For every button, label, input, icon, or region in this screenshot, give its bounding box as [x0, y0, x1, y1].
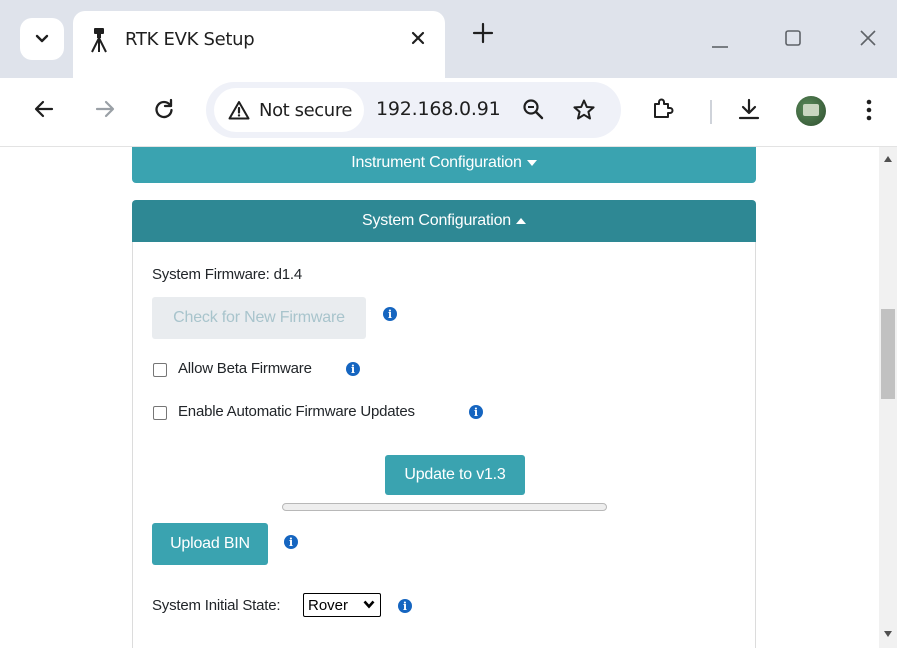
scroll-down-arrow-icon[interactable]: [884, 631, 892, 637]
url-text[interactable]: 192.168.0.91: [376, 98, 501, 120]
scroll-up-arrow-icon[interactable]: [884, 156, 892, 162]
extensions-puzzle-icon[interactable]: [651, 97, 675, 126]
info-icon[interactable]: i: [383, 307, 397, 321]
new-tab-icon[interactable]: [472, 22, 494, 49]
allow-beta-checkbox[interactable]: [153, 363, 167, 377]
forward-arrow-icon[interactable]: [95, 99, 115, 124]
zoom-icon[interactable]: [522, 98, 544, 125]
auto-update-checkbox[interactable]: [153, 406, 167, 420]
chevron-down-icon: [35, 34, 49, 43]
download-icon[interactable]: [737, 97, 761, 126]
tab-strip: RTK EVK Setup: [0, 0, 897, 78]
initial-state-value: Rover: [308, 596, 349, 614]
info-icon[interactable]: i: [398, 599, 412, 613]
firmware-progress-bar: [282, 503, 607, 511]
close-tab-icon[interactable]: [411, 31, 425, 50]
tab-search-button[interactable]: [20, 18, 64, 60]
check-new-firmware-button[interactable]: Check for New Firmware: [152, 297, 366, 339]
more-menu-icon[interactable]: [866, 98, 872, 127]
info-icon[interactable]: i: [284, 535, 298, 549]
caret-down-icon: [526, 160, 537, 166]
bookmark-star-icon[interactable]: [572, 98, 596, 127]
auto-update-label: Enable Automatic Firmware Updates: [178, 403, 415, 420]
chevron-down-icon: [363, 600, 375, 609]
instrument-configuration-label: Instrument Configuration: [351, 154, 522, 171]
reload-icon[interactable]: [153, 98, 175, 125]
caret-up-icon: [515, 218, 526, 224]
back-arrow-icon[interactable]: [34, 99, 54, 124]
initial-state-select[interactable]: Rover: [303, 593, 381, 617]
minimize-icon[interactable]: [711, 36, 729, 54]
initial-state-label: System Initial State:: [152, 597, 281, 614]
info-icon[interactable]: i: [346, 362, 360, 376]
active-tab[interactable]: RTK EVK Setup: [73, 11, 445, 78]
instrument-configuration-header[interactable]: Instrument Configuration: [132, 147, 756, 183]
page-viewport: Instrument Configuration System Configur…: [0, 147, 897, 648]
allow-beta-label: Allow Beta Firmware: [178, 360, 312, 377]
system-configuration-label: System Configuration: [362, 212, 511, 229]
maximize-icon[interactable]: [785, 30, 801, 51]
system-configuration-header[interactable]: System Configuration: [132, 200, 756, 242]
upload-bin-button[interactable]: Upload BIN: [152, 523, 268, 565]
info-icon[interactable]: i: [469, 405, 483, 419]
survey-tripod-icon: [89, 27, 109, 58]
toolbar-divider: [710, 100, 712, 124]
update-firmware-button[interactable]: Update to v1.3: [385, 455, 525, 495]
close-window-icon[interactable]: [859, 29, 877, 52]
tab-title: RTK EVK Setup: [125, 29, 255, 50]
warning-triangle-icon: [228, 101, 250, 120]
address-bar[interactable]: Not secure 192.168.0.91: [206, 82, 621, 138]
vertical-scrollbar[interactable]: [879, 147, 897, 648]
security-chip[interactable]: Not secure: [214, 88, 364, 132]
browser-toolbar: Not secure 192.168.0.91: [0, 78, 897, 147]
scrollbar-thumb[interactable]: [881, 309, 895, 399]
profile-avatar[interactable]: [796, 96, 826, 126]
security-label: Not secure: [259, 100, 353, 121]
system-firmware-label: System Firmware: d1.4: [152, 266, 303, 283]
system-configuration-panel: System Firmware: d1.4 Check for New Firm…: [132, 242, 756, 648]
